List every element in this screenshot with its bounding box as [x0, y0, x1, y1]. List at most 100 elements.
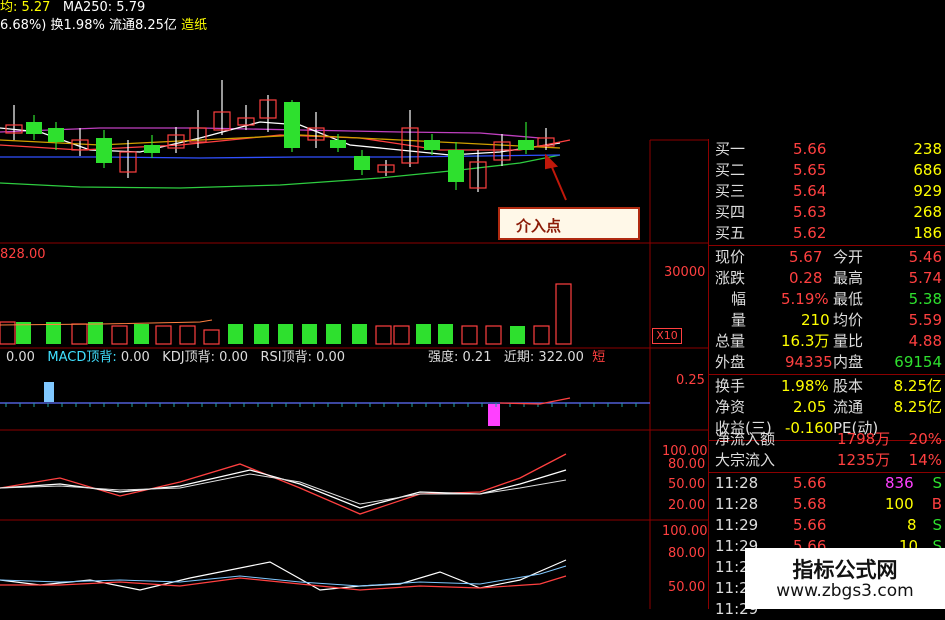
volume-bars	[0, 283, 572, 345]
volume-bar	[203, 329, 220, 345]
flow-pct: 20%	[908, 430, 942, 448]
flow-label: 大宗流入	[715, 451, 776, 469]
flow-row: 净流入额 1798万 20%	[709, 429, 945, 450]
stat-value: 16.3万	[781, 332, 830, 350]
volume-bar	[416, 324, 431, 344]
candle-body	[284, 102, 300, 148]
entry-point-callout: 介入点	[498, 207, 640, 240]
candle-body	[448, 150, 464, 182]
bid-label: 买四	[715, 203, 746, 221]
stat-label: 幅	[731, 290, 747, 308]
strength-label: 强度:	[428, 350, 459, 365]
rsi-line	[0, 559, 567, 591]
bid-row: 买五 5.62 186	[709, 223, 945, 244]
trade-row: 11:29 5.66 8 S	[709, 515, 945, 536]
volume-bar	[278, 324, 293, 344]
candle-body	[48, 128, 64, 142]
stat-row: 现价 5.67 今开 5.46	[709, 247, 945, 268]
rsi-axis-50: 50.00	[668, 580, 706, 595]
quote-panel: 买一 5.66 238 买二 5.65 686 买三 5.64 929 买四 5…	[708, 139, 945, 618]
fund-value: 1.98%	[781, 377, 829, 395]
stat-label: 今开	[833, 248, 864, 266]
kdj-axis-80: 80.00	[668, 457, 706, 472]
watermark-title: 指标公式网	[792, 558, 898, 582]
stat-value: 5.59	[908, 311, 942, 329]
volume-bar	[302, 324, 317, 344]
bid-row: 买四 5.63 268	[709, 202, 945, 223]
bid-price: 5.66	[793, 140, 827, 158]
flow-pct: 14%	[908, 451, 942, 469]
volume-bar	[352, 324, 367, 344]
float-text: 流通8.25亿	[108, 18, 177, 33]
trade-price: 5.68	[793, 495, 827, 513]
candle-body	[144, 145, 160, 153]
volume-bar	[88, 322, 103, 344]
ma-line	[0, 154, 561, 159]
recent-value: 322.00	[538, 350, 584, 365]
bid-row: 买三 5.64 929	[709, 181, 945, 202]
ma-value-a: 均: 5.27	[0, 0, 51, 15]
candle-body	[424, 140, 440, 150]
volume-left-value: 828.00	[0, 247, 46, 262]
volume-bar	[510, 326, 525, 344]
stat-value: 69154	[894, 353, 942, 371]
candle-body	[354, 156, 370, 170]
trade-vol: 836	[885, 474, 914, 492]
stat-label: 现价	[715, 248, 746, 266]
volume-bar	[179, 325, 196, 345]
trade-side: S	[932, 474, 942, 492]
ma-line	[0, 134, 561, 149]
turnover-text: 换1.98%	[50, 18, 105, 33]
trade-time: 11:28	[715, 474, 759, 492]
flow-label: 净流入额	[715, 430, 776, 448]
volume-multiplier: X10	[652, 328, 682, 344]
flow-row: 大宗流入 1235万 14%	[709, 450, 945, 471]
volume-bar	[393, 325, 410, 345]
fund-value: 2.05	[793, 398, 827, 416]
fund-row: 净资 2.05 流通 8.25亿	[709, 397, 945, 418]
stat-value: 5.46	[908, 248, 942, 266]
bid-label: 买一	[715, 140, 746, 158]
stat-value: 0.28	[789, 269, 823, 287]
fund-row: 换手 1.98% 股本 8.25亿	[709, 376, 945, 397]
bid-price: 5.62	[793, 224, 827, 242]
kdj-line	[0, 473, 567, 505]
recent-label: 近期:	[503, 350, 535, 365]
volume-ma-line	[0, 319, 213, 326]
stat-row: 外盘 94335 内盘 69154	[709, 352, 945, 373]
stat-row: 总量 16.3万 量比 4.88	[709, 331, 945, 352]
trade-price: 5.66	[793, 474, 827, 492]
indicator-bar: 0.00 MACD顶背: 0.00 KDJ顶背: 0.00 RSI顶背: 0.0…	[6, 350, 345, 366]
volume-bar	[111, 325, 128, 345]
volume-bar	[461, 325, 478, 345]
sector-text: 造纸	[181, 18, 208, 33]
rsi-value: 0.00	[316, 350, 346, 365]
bid-price: 5.65	[793, 161, 827, 179]
rsi-axis-80: 80.00	[668, 546, 706, 561]
trade-vol: 8	[907, 516, 917, 534]
kdj-line	[0, 453, 567, 515]
bid-qty: 186	[913, 224, 942, 242]
bid-qty: 238	[913, 140, 942, 158]
stat-label: 涨跌	[715, 269, 746, 287]
flow-value: 1798万	[837, 430, 891, 448]
stat-label: 外盘	[715, 353, 746, 371]
stat-row: 量 210 均价 5.59	[709, 310, 945, 331]
kdj-label: KDJ顶背:	[162, 350, 215, 365]
watermark: 指标公式网 www.zbgs3.com	[745, 548, 945, 609]
kdj-value: 0.00	[219, 350, 249, 365]
fund-value: 8.25亿	[893, 377, 942, 395]
trade-price: 5.66	[793, 516, 827, 534]
stat-value: 210	[801, 311, 830, 329]
macd-histogram	[0, 382, 650, 426]
macd-axis-label: 0.25	[676, 373, 705, 388]
trade-time: 11:28	[715, 495, 759, 513]
divider	[709, 245, 945, 246]
stat-value: 5.67	[789, 248, 823, 266]
divider	[709, 374, 945, 375]
candle-body	[26, 122, 42, 134]
fund-label: 净资	[715, 398, 746, 416]
stat-label: 总量	[715, 332, 746, 350]
volume-bar	[134, 324, 149, 344]
ind-v0: 0.00	[6, 350, 35, 365]
